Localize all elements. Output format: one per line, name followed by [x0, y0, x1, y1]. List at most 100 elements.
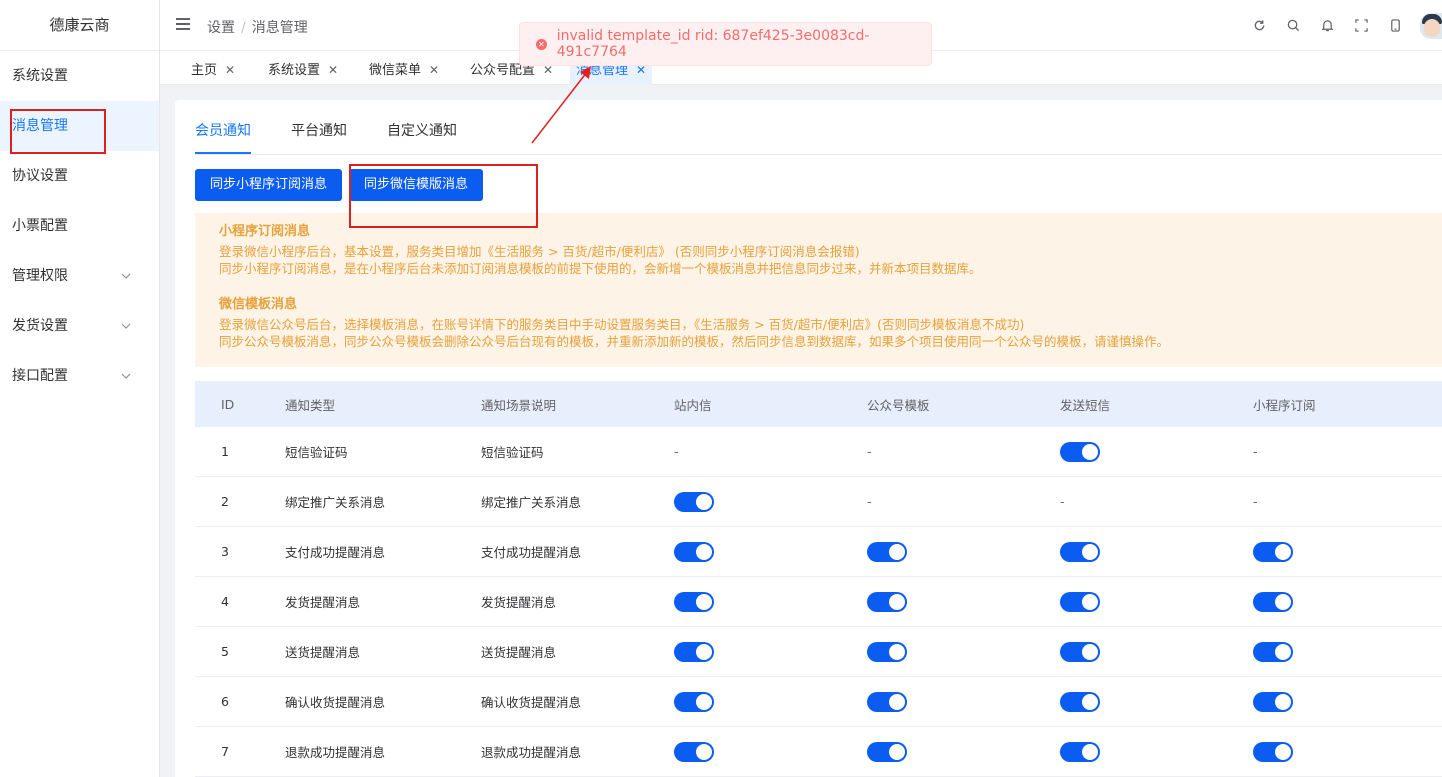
toggle-switch[interactable] [867, 541, 907, 562]
chevron-down-icon [121, 351, 131, 401]
toggle-switch[interactable] [1060, 691, 1100, 712]
toggle-switch[interactable] [867, 591, 907, 612]
table-row: 2 绑定推广关系消息 绑定推广关系消息 - - - [195, 477, 1442, 527]
table-body: 1 短信验证码 短信验证码 - - - 2 绑定推广关系消息 绑定推广关系消息 - - - 3 支付成功提… [195, 427, 1442, 777]
sidebar-item[interactable]: 小票配置 [0, 201, 159, 251]
table-cell [1060, 427, 1100, 476]
toggle-switch[interactable] [867, 741, 907, 762]
table-cell [1253, 627, 1293, 676]
column-header: 站内信 [674, 397, 712, 413]
table-cell [1253, 577, 1293, 626]
table-cell [1060, 577, 1100, 626]
toggle-switch[interactable] [1060, 441, 1100, 462]
sync-mini-program-button[interactable]: 同步小程序订阅消息 [195, 169, 343, 201]
table-cell: 发货提醒消息 [481, 595, 557, 610]
notice-mini-line-1: 登录微信小程序后台，基本设置，服务类目增加《生活服务 > 百货/超市/便利店》 … [219, 244, 860, 259]
tag-wechat-menu[interactable]: 微信菜单 ✕ [363, 57, 445, 85]
bell-icon[interactable] [1318, 17, 1336, 35]
table-cell: 确认收货提醒消息 [481, 695, 582, 710]
table-cell [1060, 677, 1100, 726]
breadcrumb-item-current: 消息管理 [251, 20, 308, 36]
active-tab-indicator [195, 152, 251, 154]
header-toolbar [1250, 0, 1442, 51]
sidebar-item[interactable]: 协议设置 [0, 151, 159, 201]
app-logo: 德康云商 [0, 0, 159, 51]
table-cell [674, 627, 714, 676]
toggle-switch[interactable] [674, 591, 714, 612]
toggle-switch[interactable] [867, 641, 907, 662]
toggle-switch[interactable] [1253, 741, 1293, 762]
table-cell [1253, 527, 1293, 576]
tab-member-notice[interactable]: 会员通知 [195, 120, 251, 140]
toggle-switch[interactable] [674, 691, 714, 712]
close-icon[interactable]: ✕ [429, 63, 439, 77]
mobile-icon[interactable] [1386, 17, 1404, 35]
toggle-knob [889, 543, 905, 560]
toggle-knob [1082, 643, 1098, 660]
table-row: 5 送货提醒消息 送货提醒消息 [195, 627, 1442, 677]
annotation-box-sync-button [349, 164, 538, 228]
annotation-box-sidebar [10, 109, 106, 154]
toggle-switch[interactable] [867, 691, 907, 712]
toggle-knob [889, 643, 905, 660]
table-row: 6 确认收货提醒消息 确认收货提醒消息 [195, 677, 1442, 727]
table-cell [1060, 527, 1100, 576]
toggle-switch[interactable] [1060, 641, 1100, 662]
table-cell: 6 [221, 694, 229, 709]
tab-platform-notice[interactable]: 平台通知 [291, 120, 347, 140]
table-cell: 送货提醒消息 [481, 645, 557, 660]
table-cell: 短信验证码 [481, 445, 544, 460]
toggle-knob [1275, 743, 1291, 760]
toggle-switch[interactable] [1060, 741, 1100, 762]
tag-system-settings[interactable]: 系统设置 ✕ [262, 57, 344, 85]
toggle-switch[interactable] [1253, 691, 1293, 712]
search-icon[interactable] [1284, 17, 1302, 35]
table-cell [867, 577, 907, 626]
sidebar-item[interactable]: 管理权限 [0, 251, 159, 301]
toggle-switch[interactable] [1253, 591, 1293, 612]
sidebar-item-label: 小票配置 [12, 218, 68, 234]
toggle-knob [1275, 543, 1291, 560]
empty-value: - [674, 444, 679, 459]
toggle-switch[interactable] [674, 491, 714, 512]
sidebar-item[interactable]: 系统设置 [0, 51, 159, 101]
breadcrumb-item-settings[interactable]: 设置 [207, 20, 235, 36]
table-cell [867, 627, 907, 676]
table-cell: 短信验证码 [285, 445, 348, 460]
toggle-knob [696, 743, 712, 760]
refresh-icon[interactable] [1250, 17, 1268, 35]
sidebar-item-label: 协议设置 [12, 168, 68, 184]
chevron-down-icon [121, 251, 131, 301]
toggle-switch[interactable] [1253, 641, 1293, 662]
table-row: 3 支付成功提醒消息 支付成功提醒消息 [195, 527, 1442, 577]
table-cell [674, 677, 714, 726]
avatar[interactable] [1420, 12, 1442, 39]
toggle-switch[interactable] [674, 541, 714, 562]
empty-value: - [867, 444, 872, 459]
sidebar-item[interactable]: 发货设置 [0, 301, 159, 351]
toggle-switch[interactable] [1253, 541, 1293, 562]
toggle-switch[interactable] [1060, 591, 1100, 612]
toggle-switch[interactable] [674, 641, 714, 662]
tab-custom-notice[interactable]: 自定义通知 [387, 120, 457, 140]
toggle-switch[interactable] [674, 741, 714, 762]
toggle-knob [889, 743, 905, 760]
table-cell: 绑定推广关系消息 [481, 495, 582, 510]
table-cell: 确认收货提醒消息 [285, 695, 386, 710]
column-header: 公众号模板 [867, 397, 930, 413]
sidebar-item-label: 系统设置 [12, 68, 68, 84]
toggle-knob [1275, 693, 1291, 710]
table-cell: 送货提醒消息 [285, 645, 361, 660]
sidebar-item[interactable]: 接口配置 [0, 351, 159, 401]
empty-value: - [1253, 494, 1258, 509]
tag-home[interactable]: 主页 ✕ [185, 57, 241, 85]
toggle-knob [1082, 593, 1098, 610]
menu-toggle-icon[interactable] [176, 18, 190, 30]
toggle-switch[interactable] [1060, 541, 1100, 562]
close-icon[interactable]: ✕ [328, 63, 338, 77]
fullscreen-icon[interactable] [1352, 17, 1370, 35]
close-icon[interactable]: ✕ [225, 63, 235, 77]
column-header: 通知场景说明 [481, 397, 557, 413]
table-row: 1 短信验证码 短信验证码 - - - [195, 427, 1442, 477]
sidebar-item-label: 发货设置 [12, 318, 68, 334]
